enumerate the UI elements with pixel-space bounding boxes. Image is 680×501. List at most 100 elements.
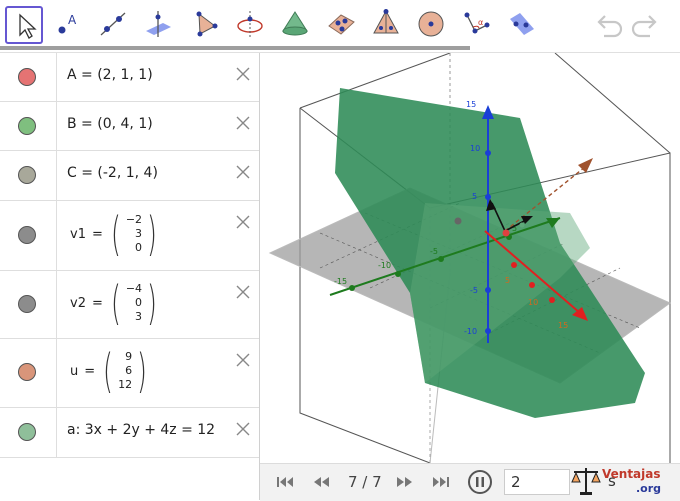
first-step-icon[interactable]: [274, 472, 296, 492]
component-y: 6: [125, 364, 133, 377]
line-tool[interactable]: [95, 6, 133, 44]
y-tick-label: -15: [334, 277, 347, 286]
visibility-toggle-point-a[interactable]: [18, 68, 36, 86]
algebra-row-v2[interactable]: v2 = ( −4 0 3 ): [0, 271, 259, 339]
visibility-toggle-point-c[interactable]: [18, 166, 36, 184]
z-tick-label: 15: [466, 100, 476, 109]
algebra-row-plane-a[interactable]: a: 3x + 2y + 4z = 12: [0, 408, 259, 458]
visibility-toggle-point-b[interactable]: [18, 117, 36, 135]
vector-components: −4 0 3: [125, 282, 143, 324]
close-icon[interactable]: [234, 163, 252, 181]
close-icon[interactable]: [234, 283, 252, 301]
close-icon[interactable]: [234, 351, 252, 369]
marble-cell: [0, 339, 57, 407]
polygon-tool[interactable]: [187, 6, 225, 44]
algebra-row-b[interactable]: B = (0, 4, 1): [0, 102, 259, 151]
cone-icon: [282, 11, 308, 36]
y-tick-label: -10: [378, 261, 391, 270]
z-tick-label: 5: [472, 192, 477, 201]
left-paren: (: [110, 276, 121, 330]
close-icon[interactable]: [234, 114, 252, 132]
z-tick-label: -10: [464, 327, 477, 336]
point-b[interactable]: [519, 222, 525, 228]
undo-icon[interactable]: [594, 12, 624, 40]
equals-sign: =: [91, 295, 103, 311]
component-z: 0: [135, 241, 143, 254]
definition-point-c[interactable]: C = (-2, 1, 4): [67, 165, 158, 181]
last-step-icon[interactable]: [430, 472, 452, 492]
z-tick-label: -5: [470, 286, 478, 295]
line-icon: [100, 12, 126, 36]
definition-vector-v1[interactable]: v1 = ( −2 3 0 ): [70, 211, 161, 257]
marble-cell: [0, 408, 57, 457]
redo-icon[interactable]: [630, 12, 660, 40]
circle-axis-tool[interactable]: [232, 6, 270, 44]
point-tool[interactable]: A: [49, 6, 87, 44]
visibility-toggle-vector-u[interactable]: [18, 363, 36, 381]
step-player: 7 / 7 2 s Ventajas .org: [260, 463, 680, 501]
algebra-row-v1[interactable]: v1 = ( −2 3 0 ): [0, 201, 259, 271]
y-tick-label: -5: [430, 247, 438, 256]
scale-icon: [571, 468, 601, 495]
x-tick-label: 10: [528, 298, 538, 307]
component-x: 9: [125, 350, 133, 363]
pause-icon: [476, 477, 484, 487]
left-paren: (: [110, 207, 121, 261]
graphics-3d-view[interactable]: -15 -10 -5 5 15 10 5 -5 -10 5 10 15: [260, 52, 680, 473]
visibility-toggle-vector-v1[interactable]: [18, 226, 36, 244]
reflect-tool[interactable]: [503, 6, 541, 44]
visibility-toggle-plane-a[interactable]: [18, 423, 36, 441]
reflect-icon: [510, 13, 534, 35]
3d-scene[interactable]: -15 -10 -5 5 15 10 5 -5 -10 5 10 15: [260, 52, 680, 473]
algebra-row-c[interactable]: C = (-2, 1, 4): [0, 151, 259, 201]
toolbar-divider: [0, 46, 470, 50]
watermark-suffix: .org: [636, 482, 661, 495]
close-icon[interactable]: [234, 420, 252, 438]
cone-tool[interactable]: [277, 6, 315, 44]
component-x: −2: [125, 213, 143, 226]
close-icon[interactable]: [234, 65, 252, 83]
algebra-view: A = (2, 1, 1) B = (0, 4, 1) C = (-2, 1, …: [0, 53, 260, 500]
vector-components: −2 3 0: [125, 213, 143, 255]
angle-icon: α: [464, 12, 490, 34]
move-tool[interactable]: [5, 6, 43, 44]
pyramid-tool[interactable]: [368, 6, 406, 44]
definition-vector-v2[interactable]: v2 = ( −4 0 3 ): [70, 280, 161, 326]
equals-sign: =: [84, 363, 96, 379]
vector-name: v2: [70, 295, 86, 311]
marble-cell: [0, 271, 57, 338]
angle-tool[interactable]: α: [458, 6, 496, 44]
point-a[interactable]: [502, 229, 510, 237]
close-icon[interactable]: [234, 213, 252, 231]
z-tick-label: 10: [470, 144, 480, 153]
component-z: 12: [118, 378, 133, 391]
component-y: 0: [135, 296, 143, 309]
right-paren: ): [147, 276, 157, 330]
visibility-toggle-vector-v2[interactable]: [18, 295, 36, 313]
point-c[interactable]: [454, 217, 462, 225]
vector-components: 9 6 12: [117, 350, 133, 392]
next-step-icon[interactable]: [394, 472, 416, 492]
algebra-row-u[interactable]: u = ( 9 6 12 ): [0, 339, 259, 408]
definition-point-a[interactable]: A = (2, 1, 1): [67, 67, 153, 83]
marble-cell: [0, 53, 57, 101]
svg-text:α: α: [478, 18, 483, 27]
circle-axis-icon: [237, 11, 263, 37]
algebra-row-a[interactable]: A = (2, 1, 1): [0, 53, 259, 102]
cursor-arrow-icon: [19, 13, 37, 39]
step-counter: 7 / 7: [348, 473, 382, 491]
previous-step-icon[interactable]: [310, 472, 332, 492]
definition-point-b[interactable]: B = (0, 4, 1): [67, 116, 153, 132]
pause-button[interactable]: [468, 470, 492, 494]
definition-plane-a[interactable]: a: 3x + 2y + 4z = 12: [67, 422, 215, 438]
speed-input[interactable]: 2: [504, 469, 570, 495]
component-y: 3: [135, 227, 143, 240]
toolbar: A α: [0, 0, 680, 50]
x-tick-label: 5: [505, 276, 510, 285]
triangle-icon: [196, 11, 218, 37]
definition-vector-u[interactable]: u = ( 9 6 12 ): [70, 348, 151, 394]
perpendicular-line-tool[interactable]: [140, 6, 178, 44]
sphere-tool[interactable]: [413, 6, 451, 44]
perpendicular-line-icon: [146, 11, 171, 37]
plane-tool[interactable]: [323, 6, 361, 44]
